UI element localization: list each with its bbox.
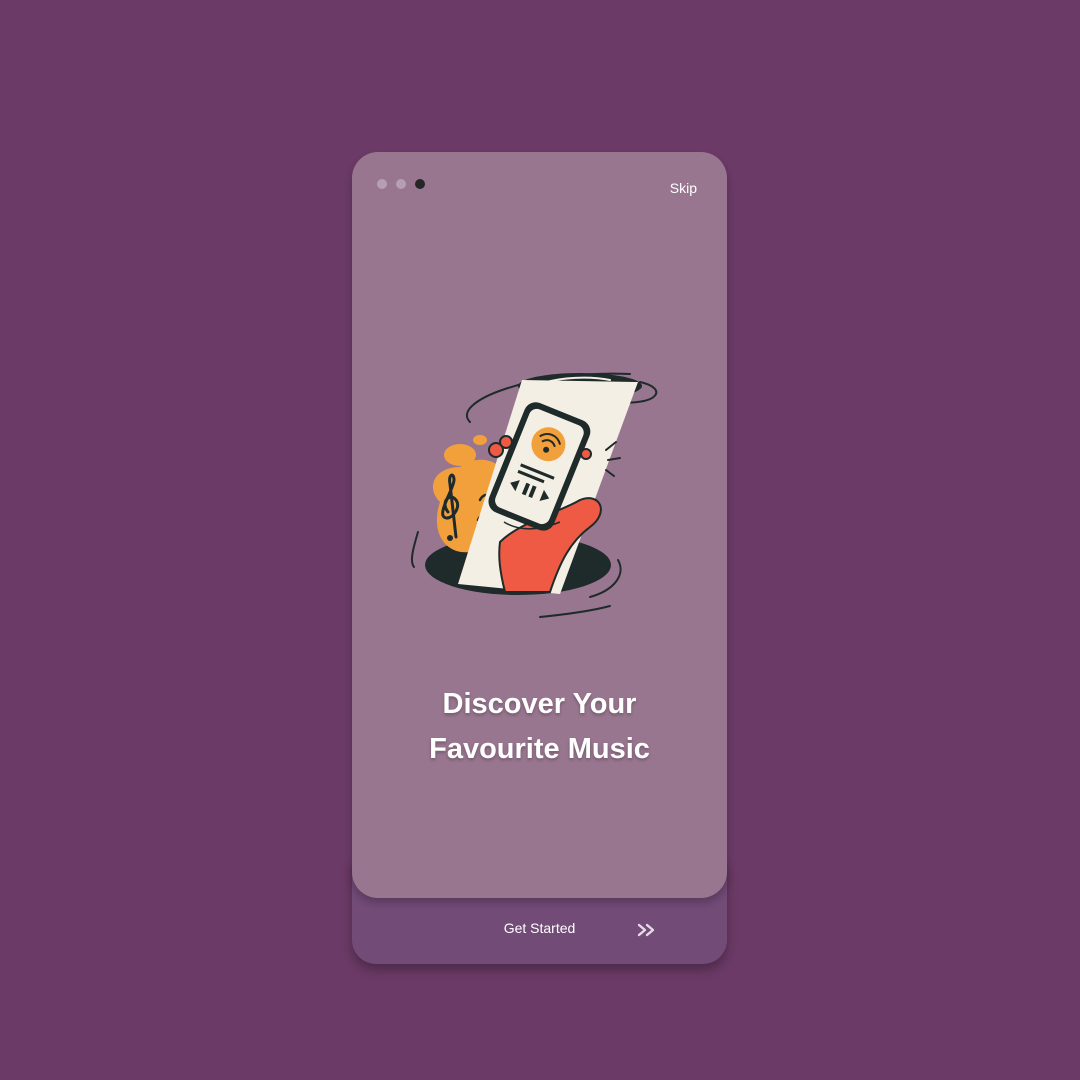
- get-started-button[interactable]: Get Started: [352, 920, 727, 936]
- headline-line-1: Discover Your: [442, 688, 637, 720]
- get-started-bar[interactable]: Get Started: [352, 910, 727, 950]
- page-dot-2[interactable]: [396, 179, 406, 189]
- skip-button[interactable]: Skip: [670, 180, 697, 196]
- headline-line-2: Favourite Music: [429, 733, 650, 765]
- onboarding-headline: Discover Your Favourite Music: [352, 682, 727, 772]
- page-dot-1[interactable]: [377, 179, 387, 189]
- page-indicator: [377, 179, 425, 189]
- music-phone-illustration: [410, 372, 658, 618]
- onboarding-screen: Skip Discover Your Favourite Music Get S…: [0, 0, 1080, 1080]
- double-chevron-right-icon[interactable]: [636, 920, 658, 940]
- onboarding-card: Skip Discover Your Favourite Music: [352, 152, 727, 898]
- page-dot-3-active[interactable]: [415, 179, 425, 189]
